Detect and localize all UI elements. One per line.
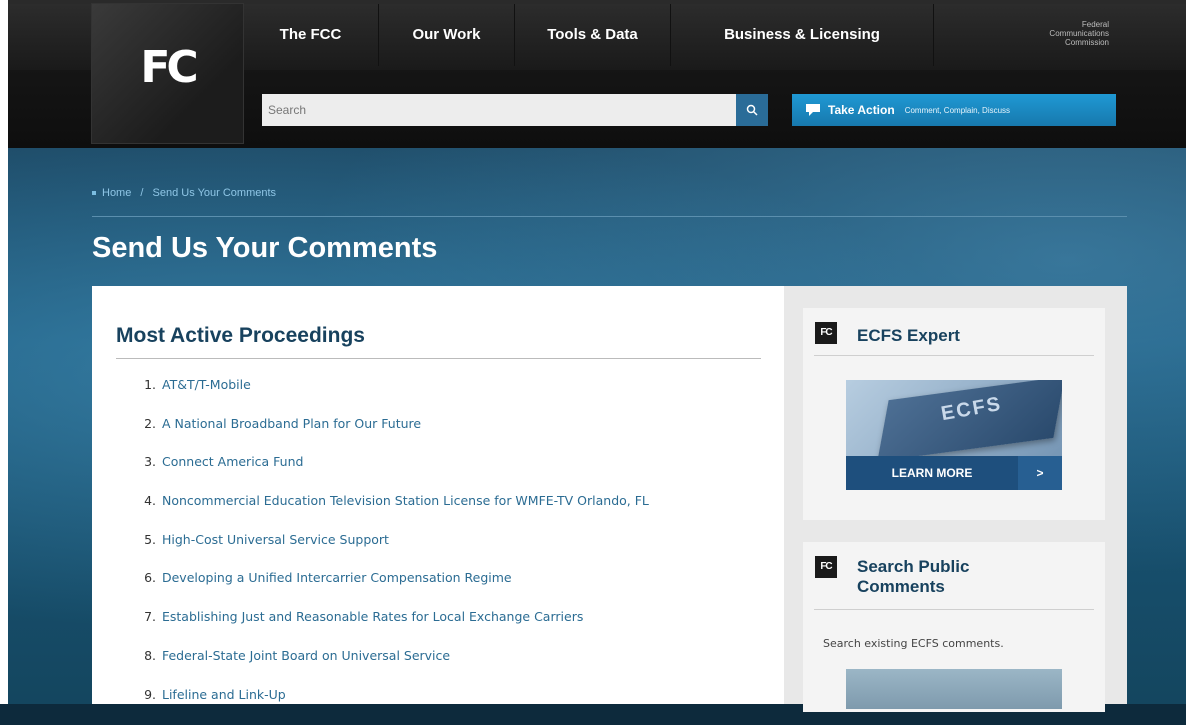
list-number: 5. <box>134 532 156 547</box>
sidebar: FC ECFS Expert ECFS LEARN MORE > FC Sear… <box>784 286 1127 704</box>
section-title: Most Active Proceedings <box>116 324 365 348</box>
list-number: 1. <box>134 377 156 392</box>
nav-business-licensing[interactable]: Business & Licensing <box>671 4 934 66</box>
breadcrumb-current: Send Us Your Comments <box>153 187 277 199</box>
comment-icon <box>806 104 820 116</box>
fcc-mini-logo-icon: FC <box>815 322 837 344</box>
search-comments-description: Search existing ECFS comments. <box>823 637 1004 650</box>
fcc-logo[interactable]: FC <box>92 4 243 143</box>
proceeding-link[interactable]: Developing a Unified Intercarrier Compen… <box>162 570 512 585</box>
search-comments-card: FC Search Public Comments Search existin… <box>803 542 1105 712</box>
breadcrumb-divider <box>92 216 1127 217</box>
list-item: 4. Noncommercial Education Television St… <box>134 493 649 532</box>
search-button[interactable] <box>736 94 768 126</box>
take-action-button[interactable]: Take Action Comment, Complain, Discuss <box>792 94 1116 126</box>
proceeding-link[interactable]: Noncommercial Education Television Stati… <box>162 493 649 508</box>
search-icon <box>746 104 758 116</box>
breadcrumb-bullet-icon <box>92 191 96 195</box>
list-number: 3. <box>134 454 156 469</box>
list-item: 7. Establishing Just and Reasonable Rate… <box>134 609 649 648</box>
proceeding-link[interactable]: Lifeline and Link-Up <box>162 687 286 702</box>
agency-name: Federal Communications Commission <box>934 20 1109 47</box>
list-number: 2. <box>134 416 156 431</box>
proceeding-link[interactable]: High-Cost Universal Service Support <box>162 532 389 547</box>
learn-more-button[interactable]: LEARN MORE > <box>846 456 1062 490</box>
proceedings-list: 1. AT&T/T-Mobile 2. A National Broadband… <box>134 377 649 725</box>
fcc-mini-logo-icon: FC <box>815 556 837 578</box>
breadcrumb: Home / Send Us Your Comments <box>92 187 276 199</box>
list-number: 4. <box>134 493 156 508</box>
nav-the-fcc[interactable]: The FCC <box>243 4 379 66</box>
learn-more-label: LEARN MORE <box>846 456 1018 490</box>
list-number: 8. <box>134 648 156 663</box>
ecfs-expert-card: FC ECFS Expert ECFS LEARN MORE > <box>803 308 1105 520</box>
list-item: 5. High-Cost Universal Service Support <box>134 532 649 571</box>
list-item: 8. Federal-State Joint Board on Universa… <box>134 648 649 687</box>
search-comments-title: Search Public Comments <box>857 557 1017 597</box>
breadcrumb-home[interactable]: Home <box>102 187 131 199</box>
card-divider <box>814 355 1094 356</box>
search-comments-image[interactable] <box>846 669 1062 709</box>
page-title: Send Us Your Comments <box>92 232 437 265</box>
list-item: 1. AT&T/T-Mobile <box>134 377 649 416</box>
left-page-edge <box>0 0 8 704</box>
agency-line-2: Communications <box>934 29 1109 38</box>
proceeding-link[interactable]: Connect America Fund <box>162 454 303 469</box>
list-item: 3. Connect America Fund <box>134 454 649 493</box>
card-divider <box>814 609 1094 610</box>
site-header: FC The FCC Our Work Tools & Data Busines… <box>0 0 1186 148</box>
proceeding-link[interactable]: AT&T/T-Mobile <box>162 377 251 392</box>
chevron-right-icon: > <box>1018 456 1062 490</box>
list-item: 6. Developing a Unified Intercarrier Com… <box>134 570 649 609</box>
take-action-subtext: Comment, Complain, Discuss <box>905 106 1010 115</box>
ecfs-expert-title: ECFS Expert <box>857 326 960 346</box>
proceeding-link[interactable]: A National Broadband Plan for Our Future <box>162 416 421 431</box>
ecfs-promo-image[interactable]: ECFS LEARN MORE > <box>846 380 1062 490</box>
take-action-label: Take Action <box>828 103 895 117</box>
breadcrumb-separator: / <box>140 187 143 199</box>
nav-our-work[interactable]: Our Work <box>379 4 515 66</box>
section-divider <box>116 358 761 359</box>
proceeding-link[interactable]: Federal-State Joint Board on Universal S… <box>162 648 450 663</box>
agency-line-1: Federal <box>934 20 1109 29</box>
proceeding-link[interactable]: Establishing Just and Reasonable Rates f… <box>162 609 583 624</box>
list-item: 2. A National Broadband Plan for Our Fut… <box>134 416 649 455</box>
agency-line-3: Commission <box>934 38 1109 47</box>
fcc-logo-text: FC <box>92 42 243 93</box>
main-content: Most Active Proceedings 1. AT&T/T-Mobile… <box>92 286 784 704</box>
search-input[interactable] <box>262 94 736 126</box>
list-number: 6. <box>134 570 156 585</box>
list-number: 9. <box>134 687 156 702</box>
list-number: 7. <box>134 609 156 624</box>
nav-tools-data[interactable]: Tools & Data <box>515 4 671 66</box>
list-item: 9. Lifeline and Link-Up <box>134 687 649 725</box>
